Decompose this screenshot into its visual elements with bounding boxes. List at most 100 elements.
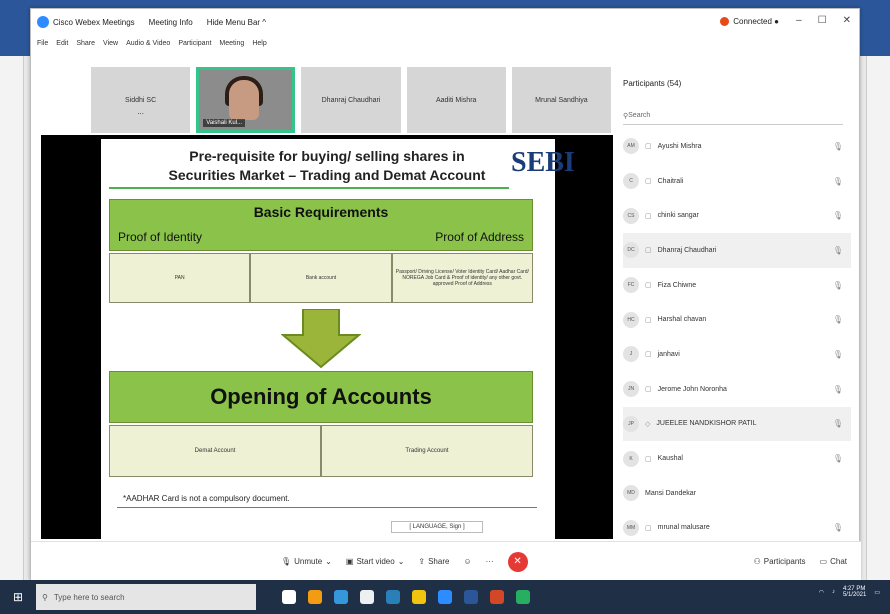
chevron-down-icon[interactable]: ⌄ [325, 557, 332, 566]
participant-row[interactable]: JP ◇ JUEELEE NANDKISHOR PATIL 🎙 [623, 406, 851, 442]
mic-muted-icon[interactable]: 🎙 [833, 211, 843, 220]
close-icon: ✕ [513, 556, 522, 567]
avatar: JN [623, 381, 639, 398]
task-view-icon[interactable] [282, 590, 296, 604]
avatar: C [623, 173, 639, 190]
webex-icon[interactable] [438, 590, 452, 604]
mic-muted-icon[interactable]: 🎙 [833, 177, 843, 186]
participants-button[interactable]: ⚇ Participants [754, 557, 806, 566]
webex-logo-icon [37, 16, 49, 28]
video-tile-active-speaker[interactable]: Vaishali Kul... [196, 67, 296, 133]
word-left-margin [0, 56, 24, 580]
slide-footnote: *AADHAR Card is not a compulsory documen… [123, 494, 290, 503]
mic-icon: 🎙 [281, 557, 292, 566]
video-tile[interactable]: Siddhi SC ... [91, 67, 191, 133]
mic-muted-icon[interactable]: 🎙 [833, 385, 843, 394]
mic-muted-icon[interactable]: 🎙 [833, 281, 843, 290]
meeting-info-button[interactable]: Meeting Info [149, 18, 193, 27]
camera-icon: ▢ [645, 178, 652, 186]
mic-muted-icon[interactable]: 🎙 [833, 315, 843, 324]
hide-menu-bar-button[interactable]: Hide Menu Bar ^ [207, 18, 266, 27]
video-tile[interactable]: Aaditi Mishra [406, 67, 506, 133]
excel-icon[interactable] [516, 590, 530, 604]
menu-help[interactable]: Help [252, 40, 266, 47]
chat-button[interactable]: ▭ Chat [820, 557, 847, 566]
share-button[interactable]: ⇪ Share [418, 557, 449, 566]
minimize-button[interactable]: – [796, 15, 802, 26]
powerpoint-icon[interactable] [490, 590, 504, 604]
store-icon[interactable] [386, 590, 400, 604]
search-icon: ⚲ [42, 592, 48, 602]
participant-row[interactable]: MD Mansi Dandekar [623, 476, 851, 511]
participant-row[interactable]: AM ▢ Ayushi Mishra 🎙 [623, 129, 851, 164]
account-cells: Demat Account Trading Account [109, 425, 533, 477]
taskbar-search-input[interactable]: ⚲ Type here to search [36, 584, 256, 610]
participants-panel: Participants (54) ⚲ Search AM ▢ Ayushi Mis… [615, 73, 859, 541]
sebi-logo: SEBI [511, 147, 575, 178]
start-button[interactable]: ⊞ [0, 580, 36, 614]
participant-row[interactable]: FC ▢ Fiza Chiwne 🎙 [623, 268, 851, 303]
unmute-button[interactable]: 🎙 Unmute ⌄ [281, 557, 332, 566]
wifi-icon[interactable]: ◠ [819, 589, 824, 596]
notification-icon[interactable]: ▭ [874, 589, 880, 596]
avatar: K [623, 450, 639, 467]
word-right-margin [866, 56, 890, 580]
participant-row[interactable]: K ▢ Kaushal 🎙 [623, 441, 851, 476]
slide-title: Pre-requisite for buying/ selling shares… [168, 148, 486, 183]
end-meeting-button[interactable]: ✕ [507, 551, 528, 572]
word-icon[interactable] [464, 590, 478, 604]
mic-muted-icon[interactable]: 🎙 [833, 246, 843, 255]
participant-search-input[interactable]: ⚲ Search [623, 107, 843, 125]
menu-view[interactable]: View [103, 40, 118, 47]
menu-meeting[interactable]: Meeting [219, 40, 244, 47]
chat-icon: ▭ [819, 557, 828, 566]
participant-row[interactable]: JN ▢ Jerome John Noronha 🎙 [623, 372, 851, 407]
file-explorer-icon[interactable] [360, 590, 374, 604]
participant-row[interactable]: C ▢ Chaitrali 🎙 [623, 164, 851, 199]
avatar: HC [623, 311, 639, 328]
participant-row[interactable]: DC ▢ Dhanraj Chaudhari 🎙 [623, 233, 851, 268]
taskbar-apps [282, 590, 530, 604]
requirement-cell: Bank account [250, 253, 392, 303]
down-arrow-icon [281, 309, 361, 369]
mic-muted-icon[interactable]: 🎙 [833, 454, 843, 463]
menu-edit[interactable]: Edit [56, 40, 68, 47]
meeting-controls: 🎙 Unmute ⌄ ▣ Start video ⌄ ⇪ Share ☺ ··· ✕ ⚇ P… [31, 541, 861, 581]
mic-muted-icon[interactable]: 🎙 [833, 142, 843, 151]
video-tile[interactable]: Dhanraj Chaudhari [301, 67, 401, 133]
participants-heading[interactable]: Participants (54) [623, 79, 681, 88]
participant-row[interactable]: CS ▢ chinki sangar 🎙 [623, 198, 851, 233]
clock[interactable]: 4:27 PM 5/1/2021 [843, 586, 866, 598]
mic-muted-icon[interactable]: 🎙 [833, 523, 843, 532]
folder-icon[interactable] [412, 590, 426, 604]
avatar: J [623, 346, 639, 363]
mic-muted-icon[interactable]: 🎙 [833, 419, 843, 428]
reactions-button[interactable]: ☺ [463, 557, 471, 566]
more-icon: ··· [485, 557, 494, 566]
volume-icon[interactable]: ♪ [832, 589, 835, 595]
participant-face [229, 80, 260, 120]
start-video-button[interactable]: ▣ Start video ⌄ [346, 557, 405, 566]
connection-status[interactable]: Connected ● [720, 17, 779, 26]
menu-share[interactable]: Share [76, 40, 95, 47]
camera-icon: ▢ [645, 212, 652, 220]
close-button[interactable]: ✕ [843, 15, 851, 26]
account-cell: Trading Account [321, 425, 533, 477]
edge-icon[interactable] [334, 590, 348, 604]
mic-muted-icon[interactable]: 🎙 [833, 350, 843, 359]
basic-requirements-box: Basic Requirements Proof of Identity Pro… [109, 199, 533, 251]
people-icon: ⚇ [753, 557, 761, 566]
menu-file[interactable]: File [37, 40, 48, 47]
maximize-button[interactable]: ☐ [818, 15, 827, 26]
menu-audio-video[interactable]: Audio & Video [126, 40, 170, 47]
avatar: JP [623, 415, 639, 432]
more-button[interactable]: ··· [486, 557, 494, 566]
video-tile[interactable]: Mrunal Sandhiya [511, 67, 611, 133]
menu-participant[interactable]: Participant [178, 40, 211, 47]
chrome-icon[interactable] [308, 590, 322, 604]
avatar: MM [623, 519, 639, 536]
chevron-down-icon[interactable]: ⌄ [398, 557, 405, 566]
participant-row[interactable]: HC ▢ Harshal chavan 🎙 [623, 302, 851, 337]
requirement-cell: Passport/ Driving License/ Voter Identit… [391, 253, 533, 303]
participant-row[interactable]: J ▢ janhavi 🎙 [623, 337, 851, 372]
